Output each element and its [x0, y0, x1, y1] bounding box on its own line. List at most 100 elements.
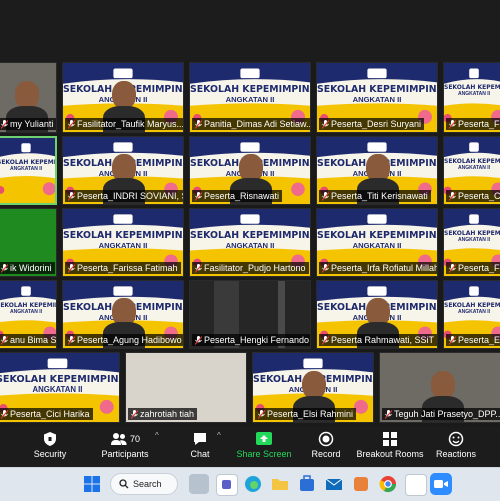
participant-name: Peserta_Risnawati [204, 191, 280, 201]
mic-muted-icon [195, 335, 202, 345]
participants-caret-icon[interactable]: ^ [155, 431, 159, 440]
participant-tile[interactable]: SEKOLAH KEPEMIMPINAN GIZI ANGKATAN II Pe… [62, 136, 184, 205]
participant-tile[interactable]: SEKOLAH KEPEMIMPINAN GIZI ANGKATAN II Pe… [443, 280, 500, 349]
file-explorer-icon[interactable] [270, 474, 290, 494]
participant-name: Peserta_Elsi Rahmini [267, 409, 354, 419]
mic-muted-icon [322, 191, 329, 201]
participant-tile[interactable]: SEKOLAH KEPEMIMPINAN GIZI ANGKATAN II Pe… [316, 62, 438, 133]
mic-muted-icon [195, 191, 202, 201]
participant-tile[interactable]: SEKOLAH KEPEMIMPINAN GIZI ANGKATAN II [0, 136, 57, 205]
top-bar [0, 0, 500, 62]
participant-name: Fasilitator_Taufik Maryus... [77, 119, 183, 129]
participant-name: Peserta Rahmawati, SSiT [331, 335, 435, 345]
chat-caret-icon[interactable]: ^ [217, 431, 221, 440]
participant-name: anu Bima Sa... [10, 335, 56, 345]
participant-name-tag: Teguh Jati Prasetyo_DPP... [382, 408, 500, 420]
participant-tile[interactable]: SEKOLAH KEPEMIMPINAN GIZI ANGKATAN II Pa… [189, 62, 311, 133]
participant-tile[interactable]: Teguh Jati Prasetyo_DPP... [379, 352, 500, 423]
participant-name: Peserta_Farissa Fatimah [77, 263, 178, 273]
participant-name-tag: Peserta_INDRI SOVIANI, S... [65, 190, 183, 202]
calendar-icon[interactable] [405, 474, 427, 496]
task-view-icon[interactable] [189, 474, 209, 494]
participant-name-tag: Fasilitator_Taufik Maryus... [65, 118, 183, 130]
mic-muted-icon [322, 335, 329, 345]
banner-title: SEKOLAH KEPEMIMPINAN GIZI [0, 374, 119, 386]
participant-tile[interactable]: SEKOLAH KEPEMIMPINAN GIZI ANGKATAN II Pe… [62, 280, 184, 349]
participants-button[interactable]: 70 Participants [96, 431, 154, 465]
participant-name: Fasilitator_Pudjo Hartono [204, 263, 306, 273]
participant-name: Peserta_Irfa Rofiatul Millah [331, 263, 437, 273]
banner-title: SEKOLAH KEPEMIMPINAN GIZI [444, 84, 500, 92]
banner-subtitle: ANGKATAN II [9, 308, 43, 315]
participant-tile[interactable]: SEKOLAH KEPEMIMPINAN GIZI ANGKATAN II Pe… [443, 62, 500, 133]
record-icon [318, 431, 334, 447]
participant-tile[interactable]: Peserta_Hengki Fernando [189, 280, 311, 349]
participant-name: Peserta_Eli... [458, 335, 500, 345]
windows-taskbar: Search [0, 467, 500, 501]
participant-tile[interactable]: SEKOLAH KEPEMIMPINAN GIZI ANGKATAN II Pe… [252, 352, 374, 423]
store-icon[interactable] [297, 474, 317, 494]
participant-tile[interactable]: SEKOLAH KEPEMIMPINAN GIZI ANGKATAN II an… [0, 280, 57, 349]
participant-name-tag: Peserta_Fitri [446, 118, 500, 130]
participant-tile[interactable]: SEKOLAH KEPEMIMPINAN GIZI ANGKATAN II Fa… [62, 62, 184, 133]
participant-name-tag: Peserta_Cici Harika [0, 408, 93, 420]
security-button[interactable]: Security [30, 431, 70, 465]
smiley-icon [448, 431, 464, 447]
mic-muted-icon [68, 191, 75, 201]
chat-button[interactable]: Chat [183, 431, 217, 465]
banner-subtitle: ANGKATAN II [457, 308, 491, 315]
banner-subtitle: ANGKATAN II [225, 95, 275, 105]
mic-muted-icon [449, 119, 456, 129]
participants-count: 70 [129, 434, 140, 444]
participant-tile[interactable]: SEKOLAH KEPEMIMPINAN GIZI ANGKATAN II Fa… [189, 208, 311, 277]
banner-subtitle: ANGKATAN II [457, 164, 491, 171]
security-label: Security [33, 449, 67, 459]
banner-title: SEKOLAH KEPEMIMPINAN GIZI [317, 84, 437, 96]
participant-name-tag: Peserta Rahmawati, SSiT [319, 334, 437, 346]
shield-icon [44, 432, 56, 446]
reactions-button[interactable]: Reactions [436, 431, 476, 465]
participant-name: my Yulianti [10, 119, 54, 129]
chat-app-icon[interactable] [216, 474, 238, 496]
mic-muted-icon [449, 263, 456, 273]
participant-name: Peserta_Desri Suryani [331, 119, 422, 129]
edge-browser-icon[interactable] [243, 474, 263, 494]
banner-title: SEKOLAH KEPEMIMPINAN GIZI [0, 158, 56, 166]
zoom-app-icon[interactable] [430, 473, 452, 495]
banner-title: SEKOLAH KEPEMIMPINAN GIZI [444, 157, 500, 165]
participant-tile[interactable]: my Yulianti [0, 62, 57, 133]
app-icon[interactable] [351, 474, 371, 494]
participant-name-tag: Fasilitator_Pudjo Hartono [192, 262, 309, 274]
participant-name-tag: Peserta_Elsi Rahmini [255, 408, 357, 420]
breakout-rooms-button[interactable]: Breakout Rooms [356, 431, 424, 465]
taskbar-search[interactable]: Search [110, 473, 178, 495]
participant-tile[interactable]: SEKOLAH KEPEMIMPINAN GIZI ANGKATAN II Pe… [316, 136, 438, 205]
participant-name-tag: Peserta_Desri Suryani [319, 118, 425, 130]
banner-subtitle: ANGKATAN II [352, 240, 402, 250]
participant-name-tag: Peserta_Hengki Fernando [192, 334, 310, 346]
participant-tile[interactable]: ik Widorini [0, 208, 57, 277]
participant-tile[interactable]: SEKOLAH KEPEMIMPINAN GIZI ANGKATAN II Pe… [316, 208, 438, 277]
participant-tile[interactable]: SEKOLAH KEPEMIMPINAN GIZI ANGKATAN II Pe… [443, 136, 500, 205]
participant-tile[interactable]: SEKOLAH KEPEMIMPINAN GIZI ANGKATAN II Pe… [62, 208, 184, 277]
mic-muted-icon [1, 409, 8, 419]
chrome-icon[interactable] [378, 474, 398, 494]
participant-tile[interactable]: SEKOLAH KEPEMIMPINAN GIZI ANGKATAN II Pe… [0, 352, 120, 423]
search-icon [119, 479, 129, 489]
participant-name: Peserta_Hengki Fernando [204, 335, 310, 345]
mic-muted-icon [1, 119, 8, 129]
participant-tile[interactable]: zahrotiah tiah [125, 352, 247, 423]
mic-muted-icon [68, 119, 75, 129]
mail-icon[interactable] [324, 474, 344, 494]
participant-name: Peserta_Fitri [458, 119, 500, 129]
windows-start-icon[interactable] [82, 474, 102, 494]
participant-tile[interactable]: SEKOLAH KEPEMIMPINAN GIZI ANGKATAN II Pe… [316, 280, 438, 349]
participant-name-tag: Peserta_Fer... [446, 262, 500, 274]
mic-muted-icon [68, 335, 75, 345]
record-button[interactable]: Record [308, 431, 344, 465]
participant-tile[interactable]: SEKOLAH KEPEMIMPINAN GIZI ANGKATAN II Pe… [189, 136, 311, 205]
share-screen-button[interactable]: Share Screen [236, 431, 292, 465]
participant-name-tag: anu Bima Sa... [0, 334, 56, 346]
mic-muted-icon [322, 263, 329, 273]
participant-tile[interactable]: SEKOLAH KEPEMIMPINAN GIZI ANGKATAN II Pe… [443, 208, 500, 277]
